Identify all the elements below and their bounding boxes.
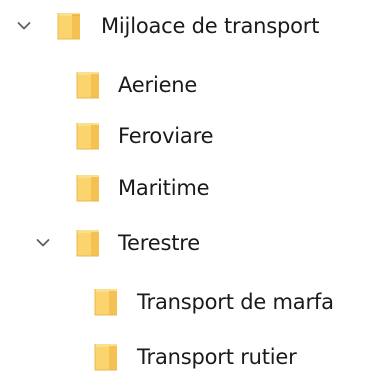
folder-icon [55,8,83,42]
tree-node-label: Maritime [118,176,210,200]
tree-node-mijloace-de-transport[interactable]: Mijloace de transport [0,6,369,46]
folder-icon [92,339,120,373]
folder-icon [74,67,102,101]
folder-icon [74,170,102,204]
folder-tree: Mijloace de transport Aeriene Feroviare [0,0,369,372]
tree-node-label: Aeriene [118,73,198,97]
tree-node-transport-de-marfa[interactable]: Transport de marfa [0,282,369,322]
tree-node-terestre[interactable]: Terestre [0,223,369,263]
tree-node-label: Mijloace de transport [101,14,320,38]
tree-node-transport-rutier[interactable]: Transport rutier [0,337,369,377]
tree-node-label: Transport rutier [137,345,297,369]
tree-node-aeriene[interactable]: Aeriene [0,65,369,105]
tree-node-maritime[interactable]: Maritime [0,168,369,208]
chevron-down-icon[interactable] [36,238,50,248]
folder-icon [74,118,102,152]
tree-node-label: Transport de marfa [137,290,334,314]
tree-node-label: Feroviare [118,124,214,148]
chevron-down-icon[interactable] [17,21,31,31]
folder-icon [92,284,120,318]
folder-icon [74,225,102,259]
tree-node-feroviare[interactable]: Feroviare [0,116,369,156]
tree-node-label: Terestre [118,231,200,255]
